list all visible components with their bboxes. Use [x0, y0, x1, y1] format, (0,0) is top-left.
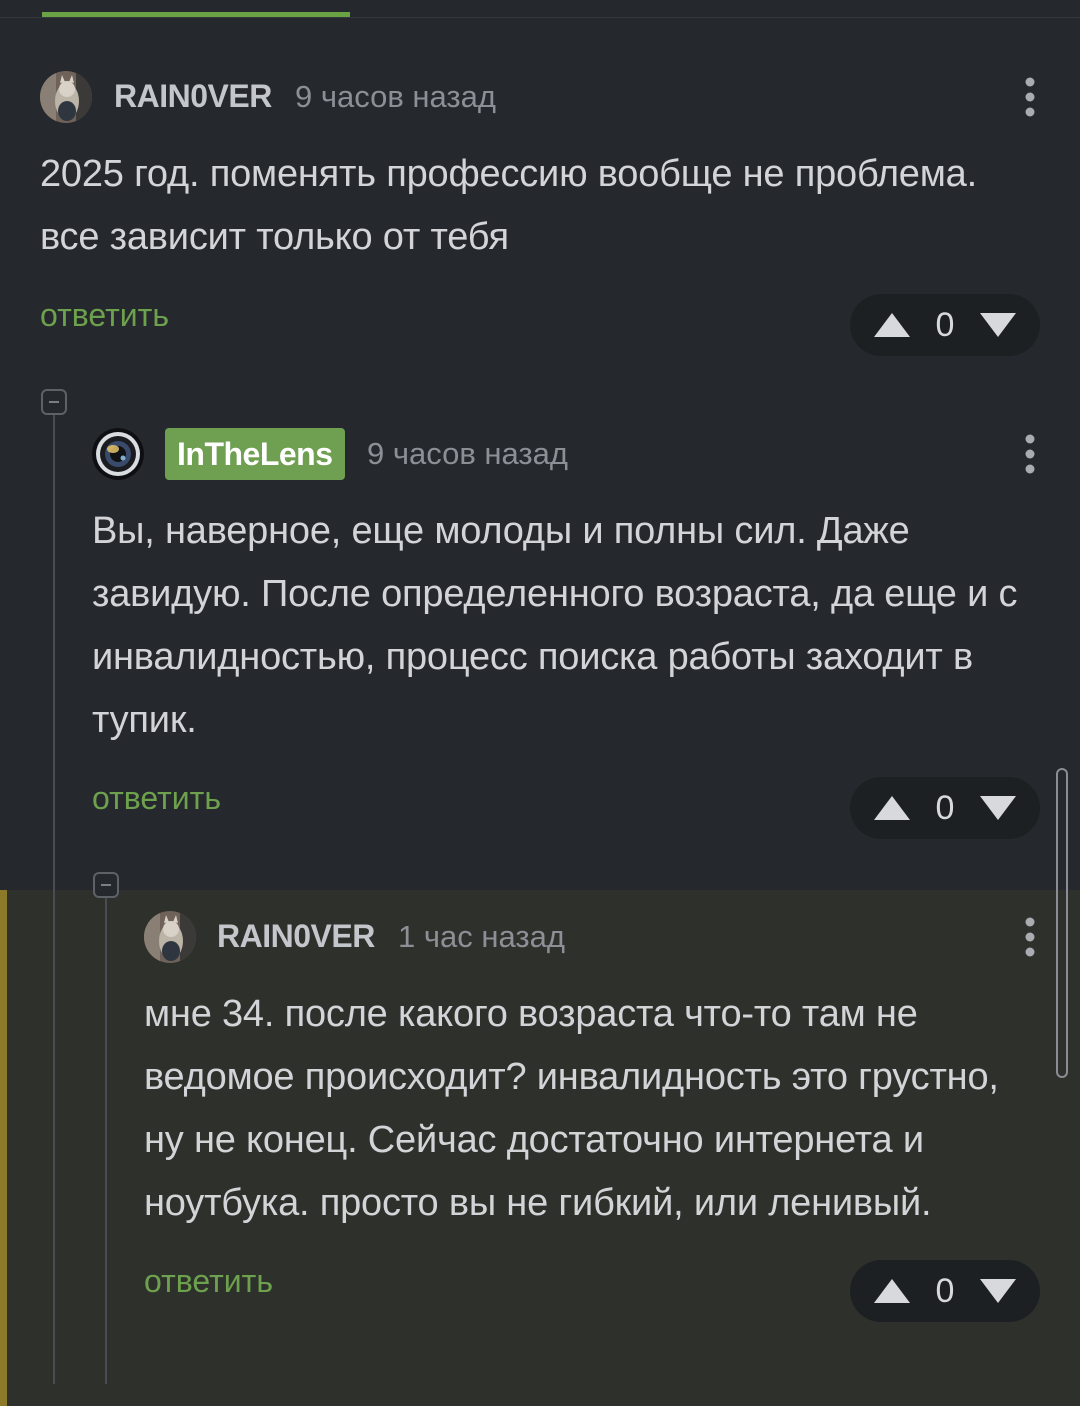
- comment-author[interactable]: InTheLens: [165, 428, 345, 480]
- upvote-icon[interactable]: [872, 794, 912, 822]
- upvote-icon[interactable]: [872, 1277, 912, 1305]
- rating-control: 0: [850, 1260, 1040, 1322]
- reply-link[interactable]: ответить: [40, 297, 169, 334]
- comment-header: RAIN0VER 9 часов назад: [40, 67, 1040, 127]
- comment-text: 2025 год. поменять профессию вообще не п…: [40, 153, 977, 258]
- comment-author[interactable]: RAIN0VER: [217, 918, 375, 955]
- reply-link[interactable]: ответить: [144, 1263, 273, 1300]
- avatar[interactable]: [92, 428, 144, 480]
- reply-link[interactable]: ответить: [92, 780, 221, 817]
- comment-footer: ответить 0: [144, 1260, 1040, 1324]
- thread-line: [105, 897, 107, 1384]
- more-options-icon[interactable]: [1020, 912, 1040, 962]
- comment-timestamp: 9 часов назад: [367, 436, 568, 471]
- more-options-icon[interactable]: [1020, 72, 1040, 122]
- rating-control: 0: [850, 777, 1040, 839]
- rating-count: 0: [935, 1272, 955, 1310]
- comment: RAIN0VER 9 часов назад 2025 год. поменят…: [40, 67, 1040, 358]
- comment-author[interactable]: RAIN0VER: [114, 78, 272, 115]
- rating-count: 0: [935, 306, 955, 344]
- upvote-icon[interactable]: [872, 311, 912, 339]
- comment: RAIN0VER 1 час назад мне 34. после каког…: [144, 907, 1040, 1324]
- collapse-thread-button[interactable]: [41, 389, 67, 415]
- comment-header: InTheLens 9 часов назад: [92, 424, 1040, 484]
- comment-timestamp: 9 часов назад: [295, 79, 496, 114]
- comment-footer: ответить 0: [92, 777, 1040, 841]
- comment-text: мне 34. после какого возраста что-то там…: [144, 993, 999, 1224]
- cat-avatar-icon: [40, 71, 92, 123]
- comment-footer: ответить 0: [40, 294, 1040, 358]
- rating-count: 0: [935, 789, 955, 827]
- top-divider: [0, 17, 1080, 18]
- more-options-icon[interactable]: [1020, 429, 1040, 479]
- thread-line: [53, 414, 55, 1384]
- cat-avatar-icon: [144, 911, 196, 963]
- rating-control: 0: [850, 294, 1040, 356]
- collapse-thread-button[interactable]: [93, 872, 119, 898]
- scrollbar[interactable]: [1056, 768, 1068, 1078]
- downvote-icon[interactable]: [978, 794, 1018, 822]
- downvote-icon[interactable]: [978, 1277, 1018, 1305]
- comment: InTheLens 9 часов назад Вы, наверное, ещ…: [92, 424, 1040, 841]
- comment-timestamp: 1 час назад: [398, 919, 565, 954]
- lens-avatar-icon: [92, 428, 144, 480]
- comment-text: Вы, наверное, еще молоды и полны сил. Да…: [92, 510, 1018, 741]
- downvote-icon[interactable]: [978, 311, 1018, 339]
- avatar[interactable]: [40, 71, 92, 123]
- avatar[interactable]: [144, 911, 196, 963]
- comment-header: RAIN0VER 1 час назад: [144, 907, 1040, 967]
- new-comment-marker: [0, 890, 7, 1406]
